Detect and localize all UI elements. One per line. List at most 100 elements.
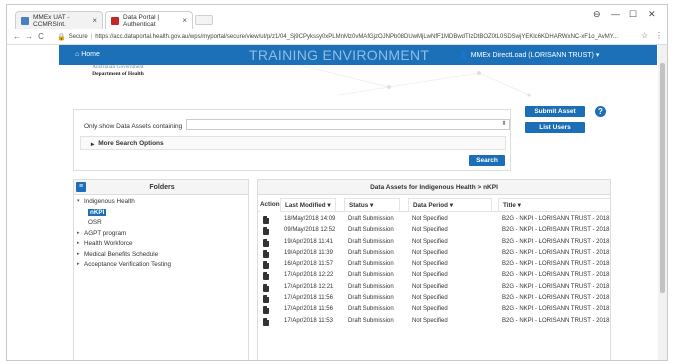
table-row[interactable]: 17/Apr/2018 11:53 Draft Submission Not Spe… xyxy=(258,316,610,327)
folder-osr[interactable]: OSR xyxy=(74,219,250,230)
folder-nkpi[interactable]: nKPI xyxy=(74,208,250,220)
user-menu[interactable]: 👤 MMEx DirectLoad (LORISANN TRUST) ▾ xyxy=(459,51,599,59)
folder-medical-benefits-schedule[interactable]: ▸ Medical Benefits Schedule xyxy=(74,251,250,262)
more-search-options-panel[interactable]: ▸ More Search Options xyxy=(80,136,506,150)
cell-last-modified: 19/Apr/2018 11:41 xyxy=(284,238,333,245)
table-row[interactable]: 17/Apr/2018 11:56 Draft Submission Not Spe… xyxy=(258,293,610,304)
cell-data-period: Not Specified xyxy=(412,283,448,290)
cell-status: Draft Submission xyxy=(348,317,394,324)
table-row[interactable]: 17/Apr/2018 12:22 Draft Submission Not Spe… xyxy=(258,270,610,281)
document-icon[interactable] xyxy=(263,272,269,281)
minimize-icon[interactable]: — xyxy=(611,9,620,19)
cell-data-period: Not Specified xyxy=(412,295,448,302)
cell-status: Draft Submission xyxy=(348,227,394,234)
document-icon[interactable] xyxy=(263,261,269,270)
secure-label: Secure xyxy=(68,34,88,40)
cell-data-period: Not Specified xyxy=(412,238,448,245)
tab-data-portal[interactable]: Data Portal | Authenticat × xyxy=(105,11,193,29)
table-row[interactable]: 17/Apr/2018 12:21 Draft Submission Not Spe… xyxy=(258,282,610,293)
triangle-right-icon[interactable]: ▸ xyxy=(77,261,80,267)
search-button[interactable]: Search xyxy=(469,155,505,166)
data-assets-title: Data Assets for Indigenous Health > nKPI xyxy=(258,180,610,195)
maximize-icon[interactable]: ☐ xyxy=(629,9,637,20)
document-icon[interactable] xyxy=(263,216,269,224)
folder-indigenous-health[interactable]: ▾ Indigenous Health xyxy=(74,198,250,209)
column-header-title[interactable]: Title ▾ xyxy=(498,198,610,212)
column-header-last-modified[interactable]: Last Modified ▾ xyxy=(280,198,336,212)
help-icon[interactable]: ? xyxy=(595,106,606,117)
address-bar[interactable]: 🔒 Secure | https://acc.dataportal.health… xyxy=(57,31,637,43)
folder-label: Indigenous Health xyxy=(84,198,135,205)
back-icon[interactable]: ← xyxy=(11,32,23,41)
triangle-right-icon[interactable]: ▸ xyxy=(77,251,80,257)
main-content: Australian Government Department of Heal… xyxy=(59,65,657,360)
table-row[interactable]: 09/May/2018 12:52 Draft Submission Not Spe… xyxy=(258,225,610,236)
search-panel: Only show Data Assets containing ⬍ ▸ Mor… xyxy=(73,109,511,171)
close-tab-icon[interactable]: × xyxy=(92,16,97,25)
tab-label: Data Portal | Authenticat xyxy=(123,13,160,28)
cell-title: B2G - NKPI - LORISANN TRUST - 2018 xyxy=(502,283,610,290)
triangle-down-icon[interactable]: ▾ xyxy=(77,198,80,204)
scrollbar-thumb[interactable] xyxy=(660,63,665,293)
document-icon[interactable] xyxy=(263,238,269,247)
table-row[interactable]: 18/May/2018 14:09 Draft Submission Not Spe… xyxy=(258,214,610,225)
triangle-right-icon[interactable]: ▸ xyxy=(77,240,80,246)
list-users-button[interactable]: List Users xyxy=(525,122,585,133)
submit-asset-button[interactable]: Submit Asset xyxy=(525,106,585,117)
user-icon: 👤 xyxy=(459,52,468,59)
document-icon[interactable] xyxy=(263,249,269,258)
environment-banner: TRAINING ENVIRONMENT xyxy=(249,47,430,63)
document-icon[interactable] xyxy=(263,306,269,315)
cell-title: B2G - NKPI - LORISANN TRUST - 2018 xyxy=(502,272,610,279)
cell-title: B2G - NKPI - LORISANN TRUST - 2018 xyxy=(502,261,610,268)
cell-last-modified: 17/Apr/2018 12:21 xyxy=(284,283,334,290)
folder-label: AGPT program xyxy=(84,229,127,237)
folder-label: Health Workforce xyxy=(84,240,133,247)
more-search-options-toggle[interactable]: ▸ More Search Options xyxy=(91,140,164,148)
document-icon[interactable] xyxy=(263,227,269,236)
folder-agpt-program[interactable]: ▸ AGPT program xyxy=(74,230,250,241)
cell-data-period: Not Specified xyxy=(412,249,448,256)
cell-status: Draft Submission xyxy=(348,272,394,279)
folder-health-workforce[interactable]: ▸ Health Workforce xyxy=(74,240,250,251)
cell-status: Draft Submission xyxy=(348,249,394,256)
column-header-data-period[interactable]: Data Period ▾ xyxy=(408,198,492,212)
folder-label: Medical Benefits Schedule xyxy=(84,250,159,258)
search-input[interactable] xyxy=(186,119,510,130)
cell-title: B2G - NKPI - LORISANN TRUST - 2018 xyxy=(502,238,610,245)
data-portal-favicon-icon xyxy=(111,16,119,25)
home-icon: ⌂ xyxy=(75,51,80,58)
table-row[interactable]: 16/Apr/2018 11:57 Draft Submission Not Spe… xyxy=(258,259,610,270)
star-icon[interactable]: ☆ xyxy=(641,31,648,40)
reload-icon[interactable]: C xyxy=(35,32,47,41)
table-row[interactable]: 19/Apr/2018 11:41 Draft Submission Not Spe… xyxy=(258,237,610,248)
table-row[interactable]: 17/Apr/2018 11:56 Draft Submission Not Spe… xyxy=(258,304,610,315)
close-window-icon[interactable]: ✕ xyxy=(648,9,656,20)
cell-title: B2G - NKPI - LORISANN TRUST - 2018 xyxy=(502,216,610,222)
cell-data-period: Not Specified xyxy=(412,306,448,313)
document-icon[interactable] xyxy=(263,283,269,292)
forward-icon[interactable]: → xyxy=(23,32,35,41)
triangle-right-icon[interactable]: ▸ xyxy=(77,230,80,236)
profile-icon[interactable]: ⊖ xyxy=(593,9,601,20)
new-tab-button[interactable] xyxy=(195,15,213,25)
home-link[interactable]: ⌂ Home xyxy=(75,51,100,58)
folder-label: Acceptance Verification Testing xyxy=(84,261,172,268)
cell-title: B2G - NKPI - LORISANN TRUST - 2018 xyxy=(502,306,610,313)
input-spinner-icon[interactable]: ⬍ xyxy=(500,120,508,129)
tab-mmex-uat[interactable]: MMEx UAT - CCMRSInt. × xyxy=(15,11,103,29)
cell-data-period: Not Specified xyxy=(412,216,448,222)
triangle-right-icon: ▸ xyxy=(91,141,95,148)
more-search-options-label: More Search Options xyxy=(98,140,164,147)
menu-dots-icon[interactable]: ⋮ xyxy=(655,31,663,40)
close-tab-icon[interactable]: × xyxy=(182,16,187,25)
mmex-favicon-icon xyxy=(21,16,29,25)
page-scrollbar[interactable] xyxy=(658,45,667,360)
table-row[interactable]: 19/Apr/2018 11:39 Draft Submission Not Spe… xyxy=(258,248,610,259)
folder-tree: ▾ Indigenous Health nKPI OSR ▸ AGPT prog… xyxy=(74,198,250,272)
document-icon[interactable] xyxy=(263,295,269,304)
document-icon[interactable] xyxy=(263,317,269,326)
cell-last-modified: 17/Apr/2018 11:53 xyxy=(284,317,333,324)
folder-acceptance-verification-testing[interactable]: ▸ Acceptance Verification Testing xyxy=(74,261,250,272)
column-header-status[interactable]: Status ▾ xyxy=(344,198,400,212)
